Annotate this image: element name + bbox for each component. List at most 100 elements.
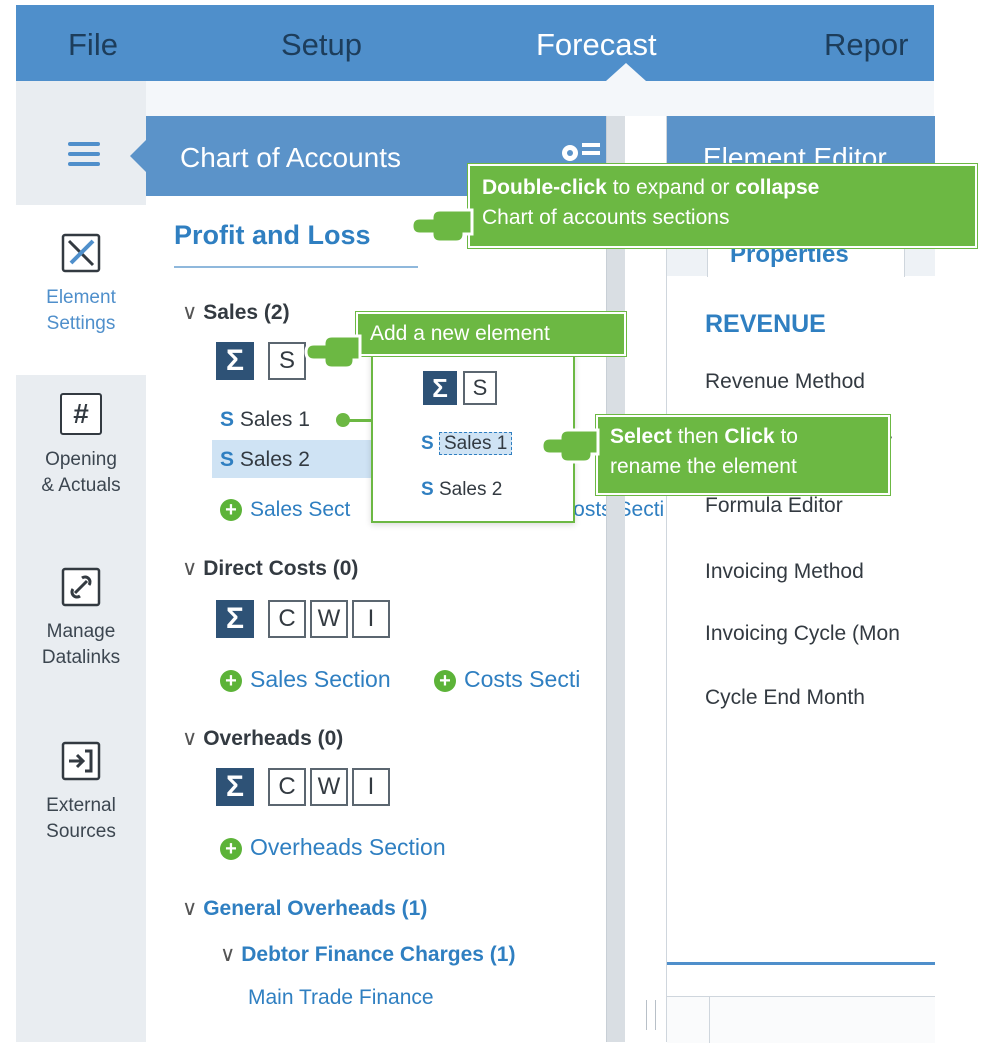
sidebar-item-opening-actuals[interactable]: # Opening & Actuals — [16, 393, 146, 499]
callout-add-element: Add a new element — [356, 312, 626, 356]
list-item[interactable]: S Sales 2 — [220, 448, 310, 472]
group-general-overheads[interactable]: ∨ General Overheads (1) — [182, 896, 427, 921]
sidebar-label: & Actuals — [41, 475, 121, 496]
revenue-heading: REVENUE — [705, 310, 826, 338]
group-sales[interactable]: ∨ Sales (2) — [182, 300, 290, 325]
element-editor-panel: Element Editor Properties REVENUE Revenu… — [666, 116, 935, 1043]
sidebar-label: Sources — [46, 821, 116, 842]
resize-grip-icon[interactable] — [646, 1000, 656, 1030]
list-item[interactable]: Main Trade Finance — [248, 986, 434, 1010]
sidebar-label: Settings — [46, 313, 116, 334]
link-label: Sales Sect — [250, 498, 351, 521]
callout-text: Select — [610, 425, 672, 448]
callout-double-click: Double-click to expand or collapse Chart… — [468, 164, 977, 248]
sum-button[interactable]: Σ — [216, 600, 254, 638]
group-label: General Overheads (1) — [203, 897, 428, 920]
toolbar-band — [146, 81, 934, 116]
callout-text: to — [774, 425, 798, 448]
element-label: Sales 2 — [239, 448, 310, 471]
section-title[interactable]: Profit and Loss — [174, 220, 371, 251]
sidebar-label: Opening — [45, 449, 117, 470]
element-label: Sales 2 — [438, 479, 503, 500]
nav-forecast[interactable]: Forecast — [536, 27, 657, 63]
nav-file[interactable]: File — [68, 27, 118, 63]
s-tag: S — [220, 408, 235, 431]
panel-splitter[interactable] — [606, 116, 625, 1042]
section-underline — [174, 266, 418, 268]
s-tag: S — [421, 479, 434, 500]
import-icon — [61, 741, 101, 781]
wage-button[interactable]: W — [310, 768, 348, 806]
ruler-pencil-icon — [61, 233, 101, 273]
callout-text: then — [671, 425, 725, 448]
divider — [667, 962, 935, 965]
pointing-hand-icon — [304, 334, 362, 370]
sidebar-label: Manage — [46, 621, 116, 642]
sidebar-item-element-settings[interactable]: Element Settings — [16, 205, 146, 375]
plus-icon: + — [220, 669, 242, 692]
group-label: Direct Costs (0) — [203, 557, 359, 580]
pointing-hand-icon — [410, 208, 474, 244]
sidebar-item-external-sources[interactable]: External Sources — [16, 741, 146, 845]
field-formula-editor[interactable]: Formula Editor — [705, 494, 843, 518]
callout-text: Add a new element — [370, 322, 550, 345]
field-invoicing-cycle: Invoicing Cycle (Mon — [705, 622, 900, 645]
add-sales-element-button[interactable]: S — [463, 371, 497, 405]
rename-field[interactable]: Sales 1 — [438, 432, 513, 455]
item-button[interactable]: I — [352, 600, 390, 638]
field-revenue-method: Revenue Method — [705, 370, 865, 393]
add-overheads-section-link[interactable]: + Overheads Section — [220, 834, 446, 861]
add-sales-section-link[interactable]: + Sales Sect — [220, 498, 350, 522]
s-tag: S — [421, 433, 434, 454]
top-nav-bar: File Setup Forecast Repor — [16, 5, 934, 81]
chevron-down-icon: ∨ — [182, 727, 204, 750]
link-label: Sales Section — [250, 666, 391, 692]
list-item[interactable]: S Sales 2 — [421, 479, 502, 501]
list-item[interactable]: S Sales 1 — [421, 432, 513, 455]
sum-button[interactable]: Σ — [423, 371, 457, 405]
nav-setup[interactable]: Setup — [281, 27, 362, 63]
plus-icon: + — [220, 837, 242, 860]
list-item[interactable]: S Sales 1 — [220, 408, 310, 432]
sidebar-item-manage-datalinks[interactable]: Manage Datalinks — [16, 567, 146, 671]
chart-of-accounts-panel: Chart of Accounts Profit and Loss ∨ Sale… — [130, 116, 664, 1042]
group-label: Debtor Finance Charges (1) — [241, 943, 516, 966]
sum-button[interactable]: Σ — [216, 768, 254, 806]
field-cycle-end-month: Cycle End Month — [705, 686, 865, 709]
group-direct-costs[interactable]: ∨ Direct Costs (0) — [182, 556, 358, 581]
callout-text: collapse — [735, 176, 820, 199]
menu-icon[interactable] — [68, 142, 100, 172]
chevron-down-icon: ∨ — [182, 897, 204, 920]
sum-button[interactable]: Σ — [216, 342, 254, 380]
group-label: Sales (2) — [203, 301, 290, 324]
sidebar: Element Settings # Opening & Actuals Man… — [16, 81, 146, 1042]
item-button[interactable]: I — [352, 768, 390, 806]
chevron-down-icon: ∨ — [182, 301, 204, 324]
plus-icon: + — [434, 669, 456, 692]
s-tag: S — [220, 448, 235, 471]
plus-icon: + — [220, 499, 242, 522]
cost-button[interactable]: C — [268, 600, 306, 638]
chevron-down-icon: ∨ — [182, 557, 204, 580]
wage-button[interactable]: W — [310, 600, 348, 638]
connector-dot — [336, 413, 350, 427]
coa-title: Chart of Accounts — [180, 142, 402, 173]
link-label: Costs Secti — [464, 666, 581, 692]
sidebar-label: External — [46, 795, 116, 816]
nav-reports[interactable]: Repor — [824, 27, 908, 63]
callout-text: to expand or — [606, 176, 736, 199]
callout-select-rename: Select then Click to rename the element — [596, 415, 890, 495]
add-costs-section-link[interactable]: + Costs Secti — [434, 666, 580, 693]
add-sales-element-button[interactable]: S — [268, 342, 306, 380]
callout-text: Double-click — [482, 176, 607, 199]
group-overheads[interactable]: ∨ Overheads (0) — [182, 726, 343, 751]
cost-button[interactable]: C — [268, 768, 306, 806]
sidebar-label: Element — [46, 287, 116, 308]
field-invoicing-method: Invoicing Method — [705, 560, 864, 583]
group-debtor-finance[interactable]: ∨ Debtor Finance Charges (1) — [220, 942, 515, 967]
bottom-grid — [667, 996, 935, 1043]
element-label: Sales 1 — [239, 408, 310, 431]
collapse-arrow[interactable] — [130, 140, 146, 172]
callout-text: Click — [724, 425, 775, 448]
add-sales-section-link[interactable]: + Sales Section — [220, 666, 391, 693]
